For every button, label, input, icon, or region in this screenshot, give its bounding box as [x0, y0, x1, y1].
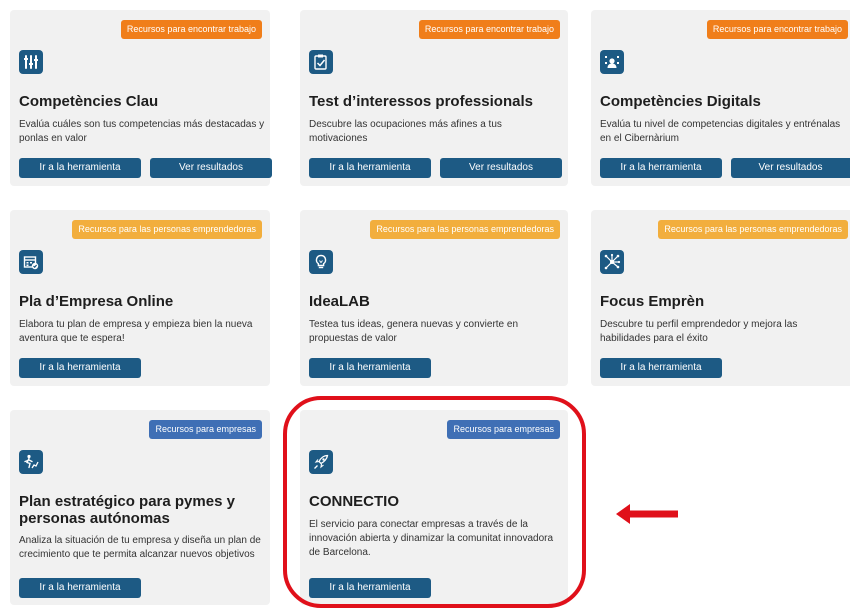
go-to-tool-button[interactable]: Ir a la herramienta: [600, 358, 722, 378]
go-to-tool-button[interactable]: Ir a la herramienta: [19, 158, 141, 178]
go-to-tool-button[interactable]: Ir a la herramienta: [600, 158, 722, 178]
card-description: Testea tus ideas, genera nuevas y convie…: [309, 319, 519, 344]
go-to-tool-button[interactable]: Ir a la herramienta: [19, 358, 141, 378]
digital-person-icon: [600, 50, 624, 74]
calendar-check-icon: [19, 250, 43, 274]
category-badge[interactable]: Recursos para empresas: [149, 420, 262, 439]
lightbulb-icon: [309, 250, 333, 274]
category-badge[interactable]: Recursos para las personas emprendedoras: [72, 220, 262, 239]
card-title: Focus Emprèn: [600, 293, 705, 310]
view-results-button[interactable]: Ver resultados: [440, 158, 562, 178]
card-focus-empren: Recursos para las personas emprendedoras…: [591, 210, 850, 386]
view-results-button[interactable]: Ver resultados: [731, 158, 850, 178]
card-test-interessos: Recursos para encontrar trabajo Test d’i…: [300, 10, 568, 186]
go-to-tool-button[interactable]: Ir a la herramienta: [309, 358, 431, 378]
category-badge[interactable]: Recursos para encontrar trabajo: [706, 20, 848, 39]
card-idealab: Recursos para las personas emprendedoras…: [300, 210, 568, 386]
card-competencies-digitals: Recursos para encontrar trabajo Competèn…: [591, 10, 850, 186]
card-title: Competències Digitals: [600, 93, 761, 110]
card-title: Plan estratégico para pymes y personas a…: [19, 493, 235, 527]
go-to-tool-button[interactable]: Ir a la herramienta: [19, 578, 141, 598]
category-badge[interactable]: Recursos para encontrar trabajo: [120, 20, 262, 39]
card-competencies-clau: Recursos para encontrar trabajo Competèn…: [10, 10, 272, 186]
highlight-circle: [283, 396, 586, 608]
card-description: Analiza la situación de tu empresa y dis…: [19, 535, 261, 560]
card-pla-empresa: Recursos para las personas emprendedoras…: [10, 210, 270, 386]
arrow-left-icon: [616, 504, 678, 524]
go-to-tool-button[interactable]: Ir a la herramienta: [309, 158, 431, 178]
card-title: Test d’interessos professionals: [309, 93, 533, 110]
card-description: Evalúa cuáles son tus competencias más d…: [19, 119, 265, 144]
card-title: IdeaLAB: [309, 293, 370, 310]
card-plan-estrategico: Recursos para empresas Plan estratégico …: [10, 410, 270, 605]
card-description: Elabora tu plan de empresa y empieza bie…: [19, 319, 253, 344]
card-description: Evalúa tu nivel de competencias digitale…: [600, 119, 841, 144]
sliders-icon: [19, 50, 43, 74]
card-title: Competències Clau: [19, 93, 159, 110]
category-badge[interactable]: Recursos para encontrar trabajo: [418, 20, 560, 39]
category-badge[interactable]: Recursos para las personas emprendedoras: [370, 220, 560, 239]
checklist-icon: [309, 50, 333, 74]
runner-chart-icon: [19, 450, 43, 474]
card-title: Pla d’Empresa Online: [19, 293, 174, 310]
network-icon: [600, 250, 624, 274]
card-description: Descubre tu perfil emprendedor y mejora …: [600, 319, 798, 344]
category-badge[interactable]: Recursos para las personas emprendedoras: [658, 220, 848, 239]
card-description: Descubre las ocupaciones más afines a tu…: [309, 119, 502, 144]
view-results-button[interactable]: Ver resultados: [150, 158, 272, 178]
